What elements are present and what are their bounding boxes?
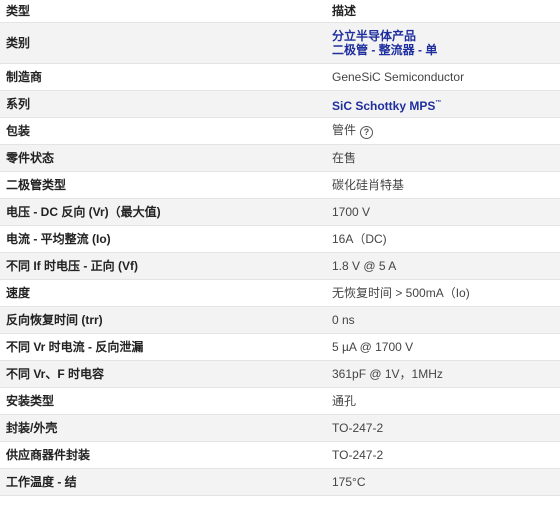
case-label: 封装/外壳	[0, 414, 327, 442]
table-row-mounting: 安装类型 通孔	[0, 387, 560, 415]
case-value: TO-247-2	[327, 414, 560, 442]
temperature-value: 175°C	[327, 468, 560, 496]
capacitance-label: 不同 Vr、F 时电容	[0, 360, 327, 388]
voltage-dc-label: 电压 - DC 反向 (Vr)（最大值)	[0, 198, 327, 226]
leakage-label: 不同 Vr 时电流 - 反向泄漏	[0, 333, 327, 361]
table-row-voltage-dc: 电压 - DC 反向 (Vr)（最大值) 1700 V	[0, 198, 560, 226]
column-header-description: 描述	[327, 0, 560, 23]
leakage-value: 5 µA @ 1700 V	[327, 333, 560, 361]
series-link[interactable]: SiC Schottky MPS™	[332, 99, 441, 113]
table-row-leakage: 不同 Vr 时电流 - 反向泄漏 5 µA @ 1700 V	[0, 333, 560, 361]
category-label: 类别	[0, 22, 327, 64]
table-row-trr: 反向恢复时间 (trr) 0 ns	[0, 306, 560, 334]
table-row-diode-type: 二极管类型 碳化硅肖特基	[0, 171, 560, 199]
status-label: 零件状态	[0, 144, 327, 172]
table-row-temperature: 工作温度 - 结 175°C	[0, 468, 560, 496]
trr-label: 反向恢复时间 (trr)	[0, 306, 327, 334]
table-row-package: 包装 管件?	[0, 117, 560, 145]
category-link-discrete[interactable]: 分立半导体产品	[332, 29, 560, 43]
table-row-vf: 不同 If 时电压 - 正向 (Vf) 1.8 V @ 5 A	[0, 252, 560, 280]
manufacturer-value: GeneSiC Semiconductor	[327, 63, 560, 91]
capacitance-value: 361pF @ 1V，1MHz	[327, 360, 560, 388]
help-icon[interactable]: ?	[360, 126, 374, 139]
mounting-value: 通孔	[327, 387, 560, 415]
diode-type-label: 二极管类型	[0, 171, 327, 199]
voltage-dc-value: 1700 V	[327, 198, 560, 226]
current-avg-label: 电流 - 平均整流 (Io)	[0, 225, 327, 253]
column-header-type: 类型	[0, 0, 327, 23]
series-value: SiC Schottky MPS™	[327, 90, 560, 118]
category-link-rectifiers[interactable]: 二极管 - 整流器 - 单	[332, 43, 560, 57]
supplier-package-label: 供应商器件封装	[0, 441, 327, 469]
manufacturer-label: 制造商	[0, 63, 327, 91]
table-row-speed: 速度 无恢复时间 > 500mA（Io)	[0, 279, 560, 307]
table-row-series: 系列 SiC Schottky MPS™	[0, 90, 560, 118]
product-attributes-table: 类型 描述 类别 分立半导体产品 二极管 - 整流器 - 单 制造商 GeneS…	[0, 0, 560, 496]
supplier-package-value: TO-247-2	[327, 441, 560, 469]
table-row-current-avg: 电流 - 平均整流 (Io) 16A（DC)	[0, 225, 560, 253]
series-link-text: SiC Schottky MPS	[332, 98, 436, 113]
temperature-label: 工作温度 - 结	[0, 468, 327, 496]
trademark-mark: ™	[435, 99, 442, 106]
current-avg-value: 16A（DC)	[327, 225, 560, 253]
table-row-supplier-package: 供应商器件封装 TO-247-2	[0, 441, 560, 469]
table-header-row: 类型 描述	[0, 0, 560, 23]
category-value: 分立半导体产品 二极管 - 整流器 - 单	[327, 22, 560, 64]
table-row-case: 封装/外壳 TO-247-2	[0, 414, 560, 442]
mounting-label: 安装类型	[0, 387, 327, 415]
table-row-status: 零件状态 在售	[0, 144, 560, 172]
package-value-text: 管件	[332, 123, 357, 137]
vf-label: 不同 If 时电压 - 正向 (Vf)	[0, 252, 327, 280]
vf-value: 1.8 V @ 5 A	[327, 252, 560, 280]
speed-value: 无恢复时间 > 500mA（Io)	[327, 279, 560, 307]
package-value: 管件?	[327, 117, 560, 145]
status-value: 在售	[327, 144, 560, 172]
series-label: 系列	[0, 90, 327, 118]
speed-label: 速度	[0, 279, 327, 307]
diode-type-value: 碳化硅肖特基	[327, 171, 560, 199]
table-row-category: 类别 分立半导体产品 二极管 - 整流器 - 单	[0, 22, 560, 64]
trr-value: 0 ns	[327, 306, 560, 334]
table-row-capacitance: 不同 Vr、F 时电容 361pF @ 1V，1MHz	[0, 360, 560, 388]
package-label: 包装	[0, 117, 327, 145]
table-row-manufacturer: 制造商 GeneSiC Semiconductor	[0, 63, 560, 91]
